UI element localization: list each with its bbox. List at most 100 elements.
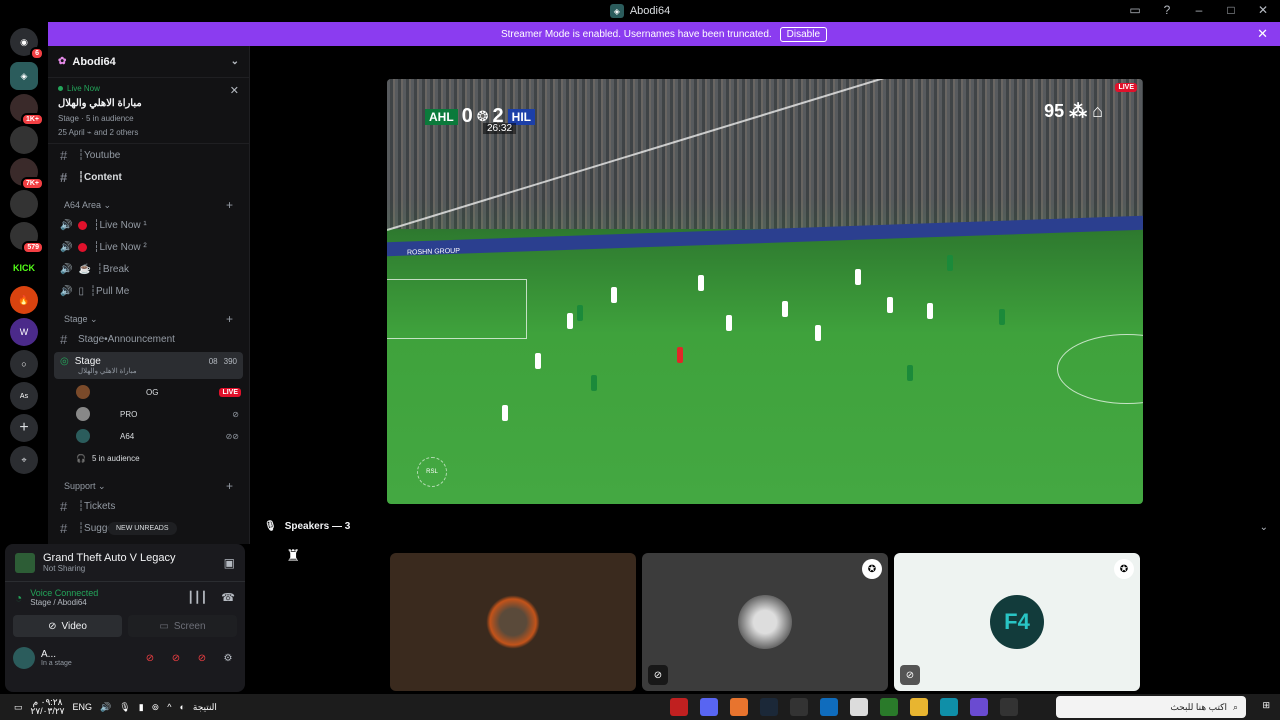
- noise-suppression-icon[interactable]: ┃┃┃: [187, 591, 207, 604]
- app-icon[interactable]: [790, 698, 808, 716]
- start-icon[interactable]: ⊞: [1262, 700, 1270, 711]
- speaker-bot-icon: ♜: [286, 548, 301, 565]
- category-stage[interactable]: Stage ⌄ +: [48, 310, 249, 328]
- maximize-button[interactable]: □: [1224, 3, 1238, 17]
- server-as[interactable]: As: [10, 382, 38, 410]
- chevron-down-icon[interactable]: ⌄: [231, 56, 239, 67]
- discord-home-icon[interactable]: ◉ 6: [10, 28, 44, 60]
- server-folder-3[interactable]: 7K+: [10, 158, 44, 190]
- share-screen-icon[interactable]: ▣: [224, 556, 235, 570]
- taskbar-search[interactable]: اكتب هنا للبحث ⌕: [1056, 696, 1246, 718]
- app-icon[interactable]: [730, 698, 748, 716]
- disable-streamer-mode-button[interactable]: Disable: [779, 26, 828, 42]
- clock[interactable]: ٠٩:٢٨ م ٢٧/٠٣/٢٧: [31, 698, 65, 716]
- video-button[interactable]: ⊘ Video: [13, 615, 122, 637]
- voice-channel-live-now-2[interactable]: 🔊 ┆Live Now ²: [48, 236, 249, 258]
- close-window-button[interactable]: ✕: [1256, 3, 1270, 17]
- live-stage-card[interactable]: Live Now ✕ مباراة الاهلي والهلال Stage ·…: [48, 78, 249, 144]
- server-folder-2[interactable]: [10, 126, 38, 154]
- video-count: 08: [208, 357, 218, 366]
- outlook-icon[interactable]: [820, 698, 838, 716]
- voice-channel-live-now-1[interactable]: 🔊 ┆Live Now ¹: [48, 214, 249, 236]
- microphone-tray-icon[interactable]: 🎙: [119, 702, 130, 713]
- collapse-speakers-icon[interactable]: ⌄: [1260, 522, 1268, 533]
- disconnect-icon[interactable]: ☎: [221, 591, 235, 604]
- edge-icon[interactable]: [940, 698, 958, 716]
- notification-icon[interactable]: ▭: [14, 702, 23, 713]
- stage-channel-selected[interactable]: ◎ Stage 08 390 مباراة الاهلي والهلال: [54, 352, 243, 379]
- chrome-icon[interactable]: [850, 698, 868, 716]
- network-icon[interactable]: ⊚: [152, 702, 160, 713]
- listener-count: 390: [223, 357, 237, 366]
- steam-icon[interactable]: [760, 698, 778, 716]
- volume-icon[interactable]: 🔊: [100, 702, 111, 713]
- close-banner-icon[interactable]: ✕: [1257, 26, 1268, 42]
- voice-location[interactable]: Stage / Abodi64: [30, 598, 98, 607]
- server-folder-4[interactable]: [10, 190, 38, 218]
- player: [567, 313, 573, 329]
- activity-game: Grand Theft Auto V Legacy: [43, 552, 176, 564]
- show-hidden-icons[interactable]: ^: [167, 702, 171, 712]
- server-ring[interactable]: ○: [10, 350, 38, 378]
- channel-youtube[interactable]: # ┆Youtube: [48, 144, 249, 166]
- hash-icon: #: [60, 498, 68, 514]
- red-dot-icon: [78, 220, 88, 230]
- stage-user-a64[interactable]: A64 ⊘⊘: [48, 425, 249, 447]
- server-w[interactable]: W: [10, 318, 38, 346]
- channel-content[interactable]: # ┆Content: [48, 166, 249, 188]
- speaker-avatar: [486, 595, 540, 649]
- channel-stage-announcement[interactable]: # Stage•Announcement: [48, 328, 249, 350]
- player: [577, 305, 583, 321]
- server-folder-1[interactable]: 1K+: [10, 94, 44, 126]
- discover-icon[interactable]: ⌖: [10, 446, 38, 474]
- app-icon[interactable]: [700, 698, 718, 716]
- minimize-button[interactable]: –: [1192, 3, 1206, 17]
- close-live-card-icon[interactable]: ✕: [230, 84, 239, 97]
- server-abodi64[interactable]: ◈: [10, 62, 38, 90]
- server-kick[interactable]: KICK: [10, 254, 38, 282]
- stage-main-area: ROSHN GROUP AHL 0 ❂ 2 HIL 26:32 95 ⁂ ⌂ L…: [250, 46, 1280, 694]
- voice-channel-pull-me[interactable]: 🔊 ▯ ┆Pull Me: [48, 280, 249, 302]
- user-avatar[interactable]: [13, 647, 35, 669]
- file-explorer-icon[interactable]: [910, 698, 928, 716]
- server-fire[interactable]: 🔥: [10, 286, 38, 314]
- screen-button[interactable]: ▭ Screen: [128, 615, 237, 637]
- stream-video[interactable]: ROSHN GROUP AHL 0 ❂ 2 HIL 26:32 95 ⁂ ⌂ L…: [387, 79, 1143, 504]
- add-channel-icon[interactable]: +: [226, 198, 233, 212]
- help-icon[interactable]: ?: [1160, 3, 1174, 17]
- server-folder-5[interactable]: 579: [10, 222, 44, 254]
- add-channel-icon[interactable]: +: [226, 479, 233, 493]
- category-a64-area[interactable]: A64 Area ⌄ +: [48, 196, 249, 214]
- settings-gear-icon[interactable]: ⚙: [219, 649, 237, 667]
- server-header[interactable]: ✿ Abodi64 ⌄: [48, 46, 249, 78]
- camera-off-icon[interactable]: ⊘: [141, 649, 159, 667]
- copilot-icon[interactable]: [970, 698, 988, 716]
- voice-channel-break[interactable]: 🔊 ☕ ┆Break: [48, 258, 249, 280]
- player: [907, 365, 913, 381]
- speaker-tile-og[interactable]: [390, 553, 636, 691]
- weather-icon[interactable]: ◐: [179, 702, 184, 712]
- stage-user-pro[interactable]: PRO ⊘: [48, 403, 249, 425]
- result-label[interactable]: النتيجة: [193, 702, 217, 713]
- add-channel-icon[interactable]: +: [226, 312, 233, 326]
- home-team: AHL: [425, 108, 458, 125]
- task-view-icon[interactable]: [1000, 698, 1018, 716]
- inbox-icon[interactable]: ▭: [1128, 3, 1142, 17]
- activity-row: Grand Theft Auto V Legacy Not Sharing ▣: [5, 544, 245, 582]
- category-support[interactable]: Support ⌄ +: [48, 477, 249, 495]
- app-icon[interactable]: [670, 698, 688, 716]
- discord-app-icon: ◈: [609, 4, 624, 18]
- voice-connected-row: ◔ Voice Connected Stage / Abodi64 ┃┃┃ ☎: [5, 582, 245, 613]
- mic-muted-icon[interactable]: ⊘: [167, 649, 185, 667]
- new-unreads-pill[interactable]: NEW UNREADS: [108, 522, 177, 535]
- stage-user-og[interactable]: OG LIVE: [48, 381, 249, 403]
- add-server-icon[interactable]: +: [10, 414, 38, 442]
- player: [782, 301, 788, 317]
- channel-tickets[interactable]: # ┆Tickets: [48, 495, 249, 517]
- speaker-tile-a64[interactable]: F4 ✪ ⊘: [894, 553, 1140, 691]
- store-icon[interactable]: [880, 698, 898, 716]
- language-indicator[interactable]: ENG: [73, 702, 93, 712]
- deafen-icon[interactable]: ⊘: [193, 649, 211, 667]
- speaker-tile-pro[interactable]: ✪ ⊘: [642, 553, 888, 691]
- battery-icon[interactable]: ▮: [139, 702, 144, 713]
